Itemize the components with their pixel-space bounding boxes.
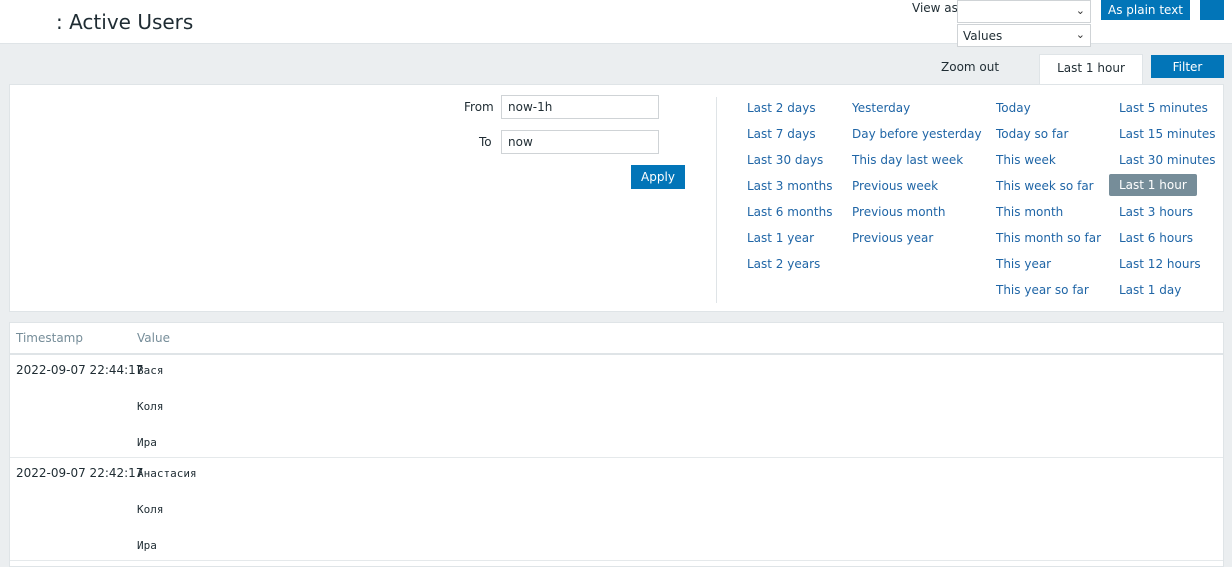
range-link-last-7-days[interactable]: Last 7 days: [747, 127, 816, 141]
chevron-down-icon: ⌄: [1075, 4, 1085, 17]
range-link-last-3-hours[interactable]: Last 3 hours: [1119, 205, 1193, 219]
column-header-value: Value: [137, 331, 170, 345]
row-value: Вася: [137, 364, 164, 377]
apply-button[interactable]: Apply: [631, 165, 685, 189]
row-value: Коля: [137, 400, 164, 413]
time-filter-panel: From now-1h To now Apply Last 2 days Last…: [9, 84, 1224, 312]
range-link-last-1-year[interactable]: Last 1 year: [747, 231, 814, 245]
tab-time-range[interactable]: Last 1 hour: [1039, 54, 1143, 85]
range-link-previous-year[interactable]: Previous year: [852, 231, 933, 245]
range-link-previous-month[interactable]: Previous month: [852, 205, 945, 219]
values-select[interactable]: Values ⌄: [957, 24, 1091, 47]
range-link-last-30-days[interactable]: Last 30 days: [747, 153, 823, 167]
row-value: Анастасия: [137, 467, 197, 480]
range-link-last-6-months[interactable]: Last 6 months: [747, 205, 832, 219]
filter-button[interactable]: Filter: [1151, 55, 1224, 78]
kiosk-mode-button[interactable]: [1200, 0, 1224, 20]
range-link-previous-week[interactable]: Previous week: [852, 179, 938, 193]
row-value: Коля: [137, 503, 164, 516]
column-header-timestamp: Timestamp: [16, 331, 83, 345]
range-link-last-1-day[interactable]: Last 1 day: [1119, 283, 1181, 297]
row-divider: [10, 560, 1223, 561]
range-link-this-month[interactable]: This month: [996, 205, 1063, 219]
range-link-last-30-minutes[interactable]: Last 30 minutes: [1119, 153, 1215, 167]
range-link-last-5-minutes[interactable]: Last 5 minutes: [1119, 101, 1208, 115]
values-select-value: Values: [963, 29, 1003, 43]
range-link-last-6-hours[interactable]: Last 6 hours: [1119, 231, 1193, 245]
range-link-last-15-minutes[interactable]: Last 15 minutes: [1119, 127, 1215, 141]
page-title: : Active Users: [56, 10, 194, 34]
row-timestamp: 2022-09-07 22:44:17: [16, 363, 144, 377]
range-link-this-day-last-week[interactable]: This day last week: [852, 153, 963, 167]
range-link-this-year[interactable]: This year: [996, 257, 1051, 271]
row-timestamp: 2022-09-07 22:42:17: [16, 466, 144, 480]
page-header: : Active Users View as ⌄ Values ⌄ As pla…: [0, 0, 1232, 47]
range-link-this-week[interactable]: This week: [996, 153, 1056, 167]
range-link-yesterday[interactable]: Yesterday: [852, 101, 910, 115]
range-link-day-before-yesterday[interactable]: Day before yesterday: [852, 127, 982, 141]
from-label: From: [464, 100, 494, 114]
range-link-last-2-days[interactable]: Last 2 days: [747, 101, 816, 115]
view-as-label: View as: [912, 1, 958, 15]
from-input[interactable]: now-1h: [501, 95, 659, 119]
history-table: Timestamp Value 2022-09-07 22:44:17 Вася…: [9, 322, 1224, 567]
as-plain-text-button[interactable]: As plain text: [1101, 0, 1190, 20]
view-as-select[interactable]: ⌄: [957, 0, 1091, 23]
range-link-last-2-years[interactable]: Last 2 years: [747, 257, 820, 271]
range-link-this-month-so-far[interactable]: This month so far: [996, 231, 1101, 245]
range-link-today-so-far[interactable]: Today so far: [996, 127, 1068, 141]
range-link-last-3-months[interactable]: Last 3 months: [747, 179, 832, 193]
row-value: Ира: [137, 436, 157, 449]
chevron-down-icon: ⌄: [1075, 28, 1085, 41]
zoom-out-link[interactable]: Zoom out: [941, 60, 999, 74]
row-value: Ира: [137, 539, 157, 552]
range-link-this-year-so-far[interactable]: This year so far: [996, 283, 1089, 297]
to-label: To: [479, 135, 492, 149]
range-link-today[interactable]: Today: [996, 101, 1031, 115]
to-input[interactable]: now: [501, 130, 659, 154]
table-row: 2022-09-07 22:44:17 Вася Коля Ира: [10, 355, 1223, 458]
range-link-last-12-hours[interactable]: Last 12 hours: [1119, 257, 1201, 271]
table-row: 2022-09-07 22:42:17 Анастасия Коля Ира: [10, 458, 1223, 561]
range-link-last-1-hour[interactable]: Last 1 hour: [1109, 174, 1197, 196]
range-link-this-week-so-far[interactable]: This week so far: [996, 179, 1094, 193]
filter-divider: [716, 97, 717, 303]
